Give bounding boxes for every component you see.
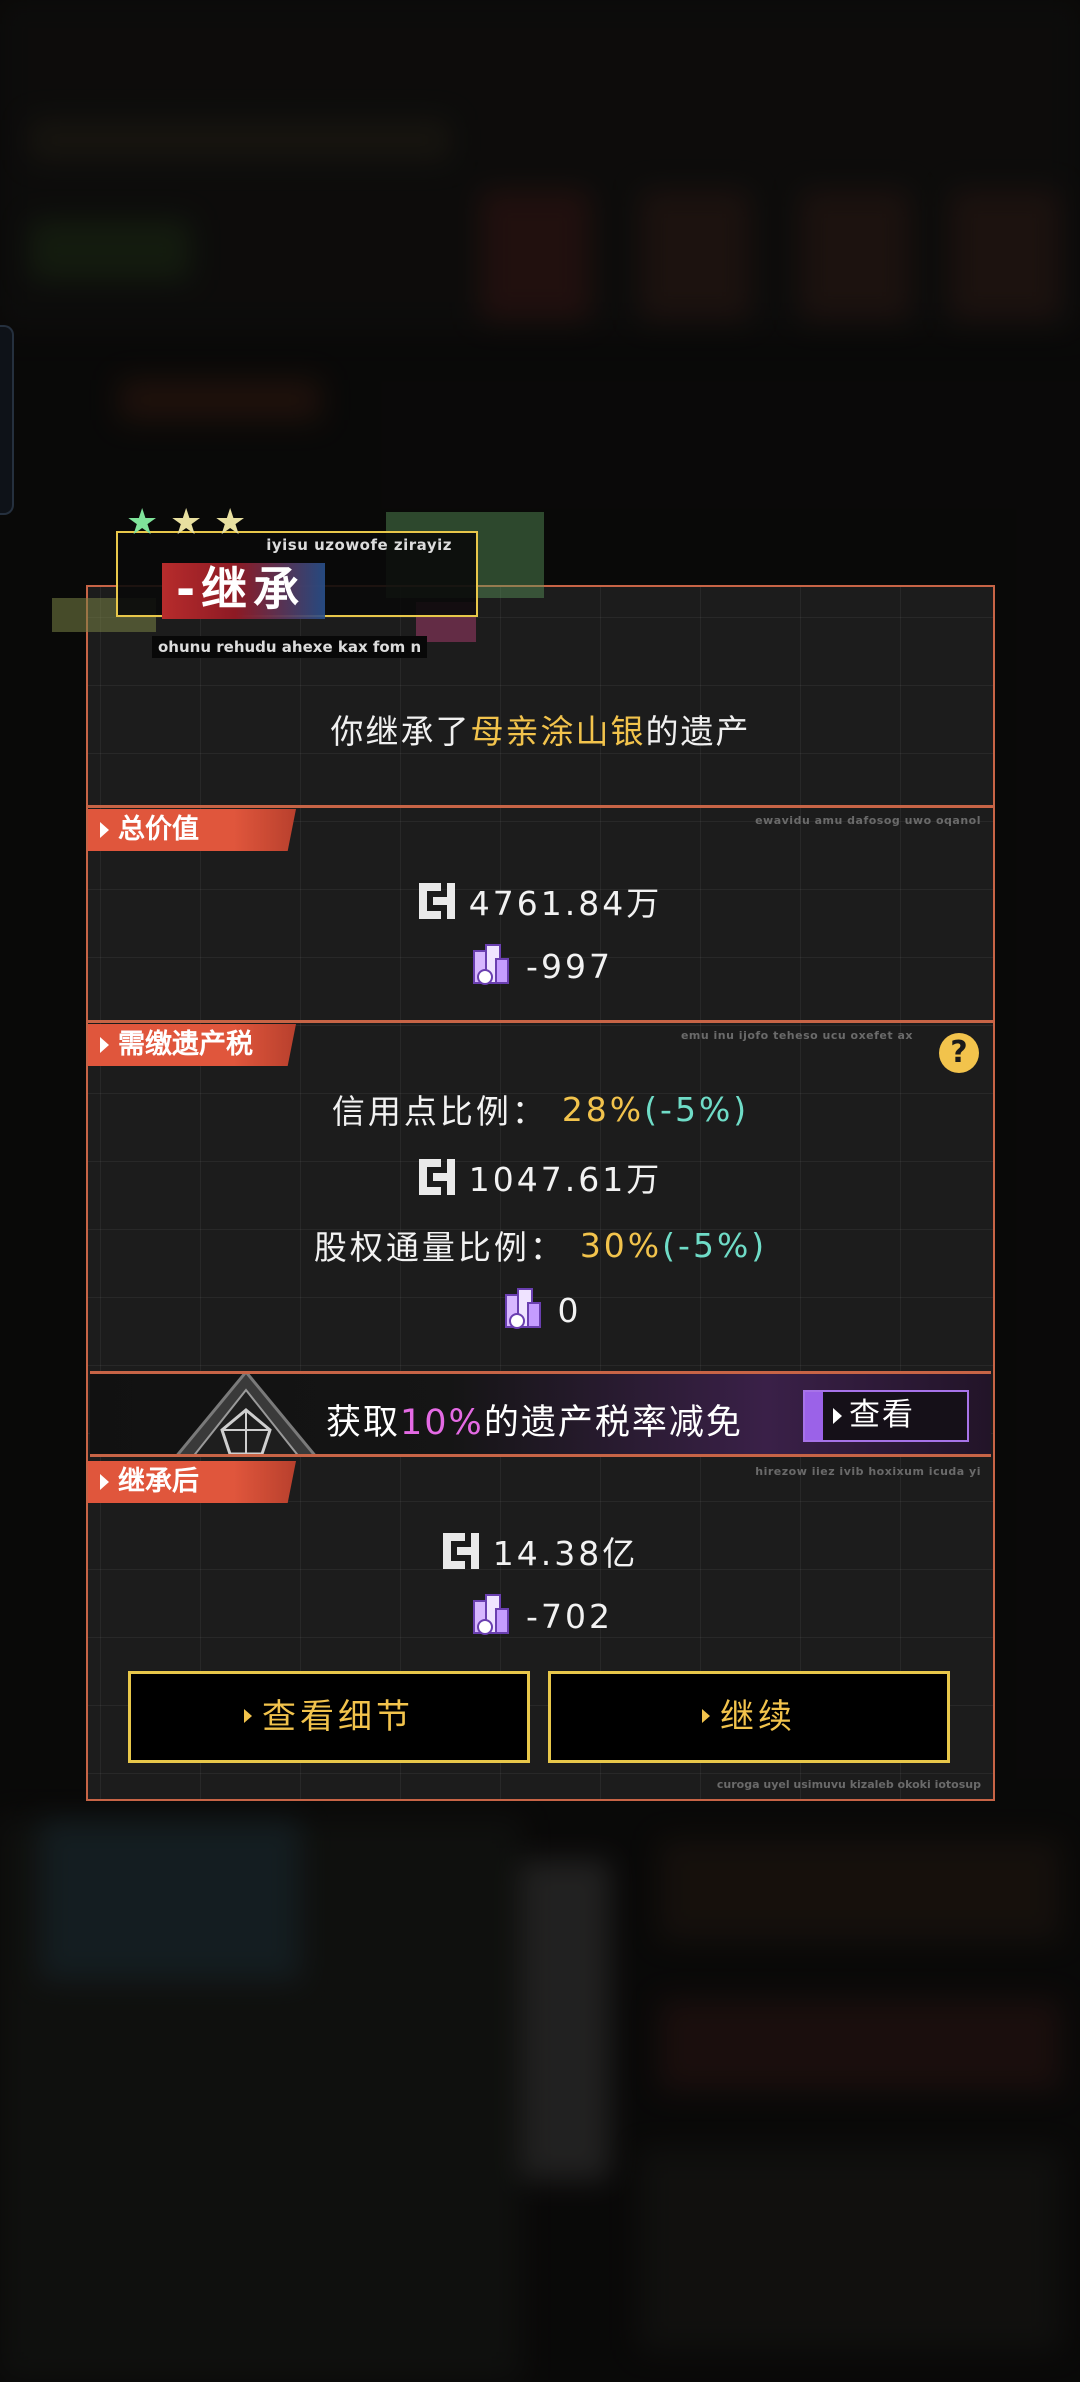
section-tab-after-inheritance: 继承后 (88, 1461, 296, 1503)
section-tab-inheritance-tax: 需缴遗产税 (88, 1024, 296, 1066)
star-icon: ★ (126, 502, 159, 543)
page-title: -继承 (162, 563, 326, 619)
triangle-emblem-icon (176, 1374, 316, 1454)
promo-highlight: 10% (400, 1403, 484, 1443)
money-glyph-icon (418, 1159, 455, 1195)
section-tag: ewavidu amu dafosog uwo oqanol (755, 814, 981, 827)
tax-money-row: 1047.61万 (88, 1153, 993, 1201)
continue-button[interactable]: 继续 (548, 1671, 950, 1763)
help-question-icon[interactable]: ? (939, 1033, 979, 1073)
side-drawer-tab[interactable] (0, 325, 14, 515)
promo-text: 获取10%的遗产税率减免 (326, 1403, 743, 1443)
chip-stack-icon (473, 1594, 510, 1635)
section-tag: hirezow iiez ivib hoxixum icuda yi (755, 1465, 981, 1478)
star-icon: ★ (170, 502, 203, 543)
section-tab-total-value: 总价值 (88, 809, 296, 851)
credit-ratio-row: 信用点比例： 28%(-5%) (88, 1085, 993, 1133)
money-glyph-icon (442, 1533, 479, 1569)
title-badge: ★ ★ ★ iyisu uzowofe zirayiz -继承 ohunu re… (52, 505, 546, 658)
after-money-row: 14.38亿 (88, 1527, 993, 1575)
after-chips-row: -702 (88, 1593, 993, 1639)
chip-stack-icon (504, 1288, 541, 1329)
view-details-button[interactable]: 查看细节 (128, 1671, 530, 1763)
after-chips-value: -702 (526, 1596, 613, 1636)
total-money-value: 4761.84万 (468, 884, 663, 923)
equity-ratio-delta: (-5%) (662, 1225, 768, 1265)
badge-subtitle: ohunu rehudu ahexe kax fom n (152, 636, 428, 658)
after-money-value: 14.38亿 (492, 1534, 639, 1573)
credit-ratio-value: 28% (561, 1089, 645, 1129)
credit-ratio-label: 信用点比例： (331, 1092, 548, 1131)
tax-chips-row: 0 (88, 1287, 993, 1333)
equity-ratio-label: 股权通量比例： (313, 1228, 566, 1267)
inheritance-panel: 你继承了母亲涂山银的遗产 总价值 ewavidu amu dafosog uwo… (86, 585, 995, 1801)
money-glyph-icon (418, 883, 455, 919)
equity-ratio-row: 股权通量比例： 30%(-5%) (88, 1221, 993, 1269)
footer-tag: curoga uyel usimuvu kizaleb okoki iotosu… (716, 1778, 981, 1791)
total-chips-value: -997 (526, 946, 613, 986)
equity-ratio-value: 30% (579, 1225, 663, 1265)
view-button[interactable]: 查看 (803, 1390, 969, 1442)
rank-stars: ★ ★ ★ (126, 505, 250, 541)
section-tag: emu inu ijofo teheso ucu oxefet ax (680, 1029, 913, 1042)
tax-reduction-banner[interactable]: 获取10%的遗产税率减免 查看 (90, 1371, 991, 1457)
inheritance-source: 母亲涂山银 (470, 712, 646, 751)
badge-top-text: iyisu uzowofe zirayiz (266, 536, 452, 554)
tax-money-value: 1047.61万 (468, 1160, 663, 1199)
tax-chips-value: 0 (557, 1290, 582, 1330)
inheritance-statement: 你继承了母亲涂山银的遗产 (330, 712, 751, 751)
chip-stack-icon (473, 944, 510, 985)
star-icon: ★ (214, 502, 247, 543)
total-money-row: 4761.84万 (88, 877, 993, 925)
total-chips-row: -997 (88, 943, 993, 989)
credit-ratio-delta: (-5%) (644, 1089, 750, 1129)
